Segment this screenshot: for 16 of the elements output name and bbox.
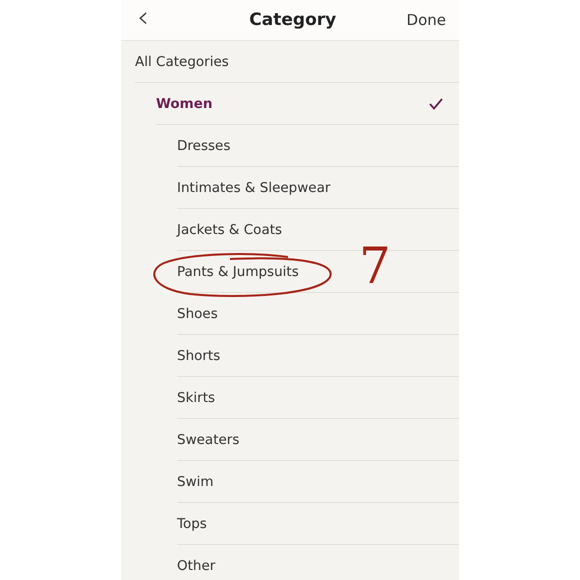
category-item[interactable]: Pants & Jumpsuits (177, 251, 315, 292)
category-item[interactable]: Shorts (177, 335, 459, 376)
done-button[interactable]: Done (406, 11, 446, 29)
category-item[interactable]: Skirts (177, 377, 459, 418)
category-item[interactable]: Tops (177, 503, 459, 544)
checkmark-icon (429, 98, 443, 110)
screen-title: Category (249, 10, 336, 30)
category-item[interactable]: Women (156, 83, 459, 124)
category-item[interactable]: Dresses (177, 125, 459, 166)
category-item[interactable]: Sweaters (177, 419, 459, 460)
category-item[interactable]: All Categories (135, 41, 459, 82)
back-button[interactable]: ‹ (137, 3, 149, 33)
category-item[interactable]: Swim (177, 461, 459, 502)
category-item[interactable]: Intimates & Sleepwear (177, 167, 459, 208)
category-item[interactable]: Other (177, 545, 459, 580)
category-item[interactable]: Shoes (177, 293, 459, 334)
